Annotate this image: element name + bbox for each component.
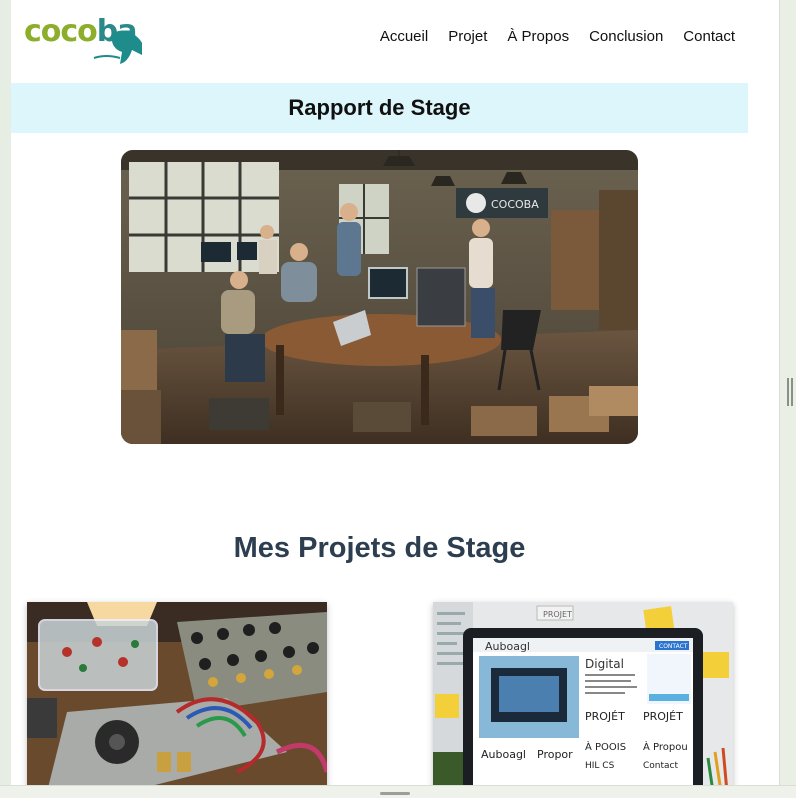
website-illustration: PROJET Auboagl CONTACT Digital PROJÉT PR…: [433, 602, 733, 785]
window-left-edge: [0, 0, 11, 797]
logo-bird-icon: [93, 30, 142, 64]
electronics-illustration: [27, 602, 327, 785]
bottom-resize-handle[interactable]: [380, 792, 410, 795]
title-banner: Rapport de Stage: [11, 83, 748, 133]
screen-row4b: Contact: [643, 761, 678, 771]
screen-cta: CONTACT: [659, 643, 688, 650]
workshop-illustration: COCOBA: [121, 150, 638, 444]
hero-image: COCOBA: [121, 150, 638, 444]
screen-col1: PROJÉT: [585, 710, 625, 723]
screen-col2: PROJÉT: [643, 710, 683, 723]
site-header: cocoba Accueil Projet À Propos Conclusio…: [11, 0, 779, 82]
nav-a-propos[interactable]: À Propos: [507, 28, 569, 45]
main-nav: Accueil Projet À Propos Conclusion Conta…: [380, 28, 735, 45]
resize-grip[interactable]: [787, 378, 793, 406]
screen-row3a: À POOIS: [585, 740, 626, 753]
screen-row4a: HIL CS: [585, 761, 615, 771]
page-viewport: cocoba Accueil Projet À Propos Conclusio…: [11, 0, 779, 785]
cocoba-logo[interactable]: cocoba: [24, 14, 142, 68]
nav-accueil[interactable]: Accueil: [380, 28, 428, 45]
nav-projet[interactable]: Projet: [448, 28, 487, 45]
screen-title: Auboagl: [485, 640, 530, 653]
nav-contact[interactable]: Contact: [683, 28, 735, 45]
screen-row2a: Auboagl: [481, 748, 526, 761]
screen-heading: Digital: [585, 657, 624, 671]
nav-conclusion[interactable]: Conclusion: [589, 28, 663, 45]
wall-note-text: PROJET: [543, 610, 572, 619]
projects-heading: Mes Projets de Stage: [233, 532, 526, 564]
sign-text: COCOBA: [491, 198, 539, 211]
project-card-website[interactable]: PROJET Auboagl CONTACT Digital PROJÉT PR…: [433, 602, 733, 785]
project-card-electronics[interactable]: [27, 602, 327, 785]
screen-row2b: Propor: [537, 748, 573, 761]
page-title: Rapport de Stage: [288, 95, 471, 120]
screen-row3b: À Propou: [643, 740, 688, 753]
